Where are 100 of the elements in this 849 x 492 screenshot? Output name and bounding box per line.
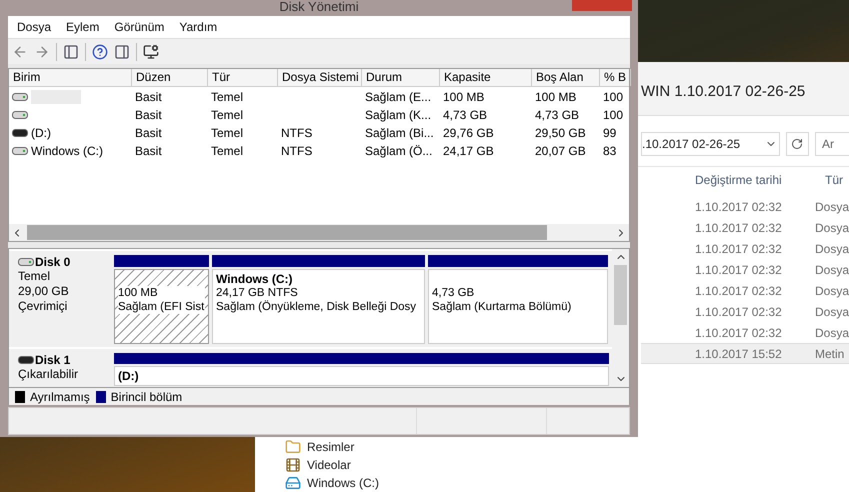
window-title: WIN 1.10.2017 02-26-25	[641, 83, 806, 100]
date-cell-text: 1.10.2017 02:32	[695, 220, 783, 236]
partition-title: (D:)	[118, 369, 140, 383]
window-title: Disk Yönetimi	[279, 0, 359, 16]
menu-item[interactable]: Görünüm	[114, 18, 164, 36]
file-row[interactable]: 1.10.2017 02:32 Dosya	[641, 322, 849, 343]
table-cell-text: 24,17 GB	[443, 142, 494, 160]
date-cell-text: 1.10.2017 02:32	[695, 282, 783, 300]
disk-label-panel[interactable]: Disk 0 Temel 29,00 GB Çevrimiçi	[9, 251, 111, 347]
type-cell-text: Dosya	[815, 262, 849, 278]
table-cell-text: 83	[603, 142, 616, 160]
table-cell-text: 100	[603, 88, 624, 106]
legend-label: Ayrılmamış	[30, 388, 90, 406]
panel-icon[interactable]	[114, 44, 130, 60]
table-cell-text: Temel	[211, 142, 244, 160]
type-cell-text: Dosya	[815, 324, 849, 342]
table-cell-text: 29,50 GB	[535, 124, 586, 142]
file-row[interactable]: 1.10.2017 02:32 Dosya	[641, 238, 849, 259]
disk-label-panel[interactable]: Disk 1 Çıkarılabilir	[9, 349, 111, 387]
table-cell-text: Sağlam (Ö...	[365, 142, 432, 160]
column-header[interactable]: Değiştirme tarihi	[695, 170, 785, 188]
refresh-icon	[791, 138, 804, 150]
date-cell-text: 1.10.2017 02:32	[695, 240, 783, 258]
table-cell-text: Basit	[135, 88, 162, 106]
menu-item[interactable]: Yardım	[179, 18, 218, 36]
drive-icon	[12, 110, 28, 120]
table-cell-text: Basit	[135, 106, 162, 124]
type-cell-text: Metin	[815, 346, 844, 362]
column-header[interactable]: Birim	[9, 69, 132, 86]
table-cell-text: NTFS	[281, 124, 312, 142]
table-cell-text: NTFS	[281, 142, 312, 160]
table-cell-text: Temel	[211, 124, 244, 142]
table-cell-text: 4,73 GB	[443, 106, 488, 124]
disk-info: 29,00 GB	[18, 284, 70, 299]
table-cell-text: Basit	[135, 124, 162, 142]
menu-item[interactable]: Eylem	[66, 18, 100, 36]
horizontal-scrollbar[interactable]	[9, 224, 629, 241]
refresh-button[interactable]	[786, 132, 809, 156]
table-cell-text: 100 MB	[535, 88, 576, 106]
search-field[interactable]: Ar	[815, 132, 849, 156]
column-header[interactable]: Tür	[825, 170, 843, 188]
drive-icon	[18, 257, 34, 267]
column-header[interactable]: % B	[600, 69, 631, 86]
partition-info: Sağlam (EFI Sist	[118, 300, 205, 314]
date-cell-text: 1.10.2017 02:32	[695, 198, 783, 216]
drive-icon	[12, 146, 28, 156]
type-cell-text: Dosya	[815, 220, 849, 236]
disk-info: Çıkarılabilir	[18, 367, 80, 382]
table-cell-text: Temel	[211, 106, 244, 124]
date-cell-text: 1.10.2017 02:32	[695, 324, 783, 342]
column-header[interactable]: Durum	[362, 69, 440, 86]
forward-icon[interactable]	[34, 44, 50, 60]
nav-item[interactable]: Videolar	[285, 456, 380, 474]
date-cell-text: 1.10.2017 02:32	[695, 262, 783, 278]
partition-info: 100 MB	[118, 286, 205, 300]
table-cell-text: 100	[603, 106, 624, 124]
table-cell-text: Sağlam (K...	[365, 106, 432, 124]
table-cell-text: Sağlam (Bi...	[365, 124, 434, 142]
table-cell-text: Windows (C:)	[31, 142, 104, 160]
file-row[interactable]: 1.10.2017 15:52 Metin	[641, 343, 849, 364]
drive-icon	[18, 355, 34, 365]
table-cell-text: 29,76 GB	[443, 124, 494, 142]
file-row[interactable]: 1.10.2017 02:32 Dosya	[641, 196, 849, 217]
nav-item[interactable]: Windows (C:)	[285, 474, 380, 492]
table-cell-text: (D:)	[31, 124, 51, 142]
disk-info: Çevrimiçi	[18, 299, 68, 314]
settings-icon[interactable]	[143, 44, 159, 60]
column-header[interactable]: Düzen	[132, 69, 208, 86]
column-header[interactable]: Dosya Sistemi	[278, 69, 362, 86]
help-icon[interactable]	[92, 44, 108, 60]
disk-name: Disk 1	[35, 353, 70, 367]
nav-item[interactable]: Resimler	[285, 438, 380, 456]
file-row[interactable]: 1.10.2017 02:32 Dosya	[641, 217, 849, 238]
menu-item[interactable]: Dosya	[17, 18, 52, 36]
pictures-folder-icon	[285, 439, 301, 455]
file-row[interactable]: 1.10.2017 02:32 Dosya	[641, 301, 849, 322]
file-row[interactable]: 1.10.2017 02:32 Dosya	[641, 280, 849, 301]
table-cell-text: 99	[603, 124, 616, 142]
table-cell-text: Basit	[135, 142, 162, 160]
file-row[interactable]: 1.10.2017 02:32 Dosya	[641, 259, 849, 280]
date-cell-text: 1.10.2017 15:52	[695, 346, 783, 362]
legend-label: Birincil bölüm	[110, 388, 182, 406]
table-cell-text: 20,07 GB	[535, 142, 586, 160]
table-cell-text: Sağlam (E...	[365, 88, 432, 106]
back-icon[interactable]	[12, 44, 28, 60]
type-cell-text: Dosya	[815, 282, 849, 300]
column-header[interactable]: Boş Alan	[532, 69, 600, 86]
table-cell-text: 100 MB	[443, 88, 484, 106]
panel-icon[interactable]	[63, 44, 79, 60]
type-cell-text: Dosya	[815, 304, 849, 320]
type-cell-text: Dosya	[815, 240, 849, 258]
column-header[interactable]: Kapasite	[440, 69, 532, 86]
address-bar[interactable]: .10.2017 02-26-25	[641, 132, 780, 156]
date-cell-text: 1.10.2017 02:32	[695, 304, 783, 320]
table-cell-text: Temel	[211, 88, 244, 106]
column-header[interactable]: Tür	[208, 69, 278, 86]
disk-name: Disk 0	[35, 255, 70, 269]
vertical-scrollbar[interactable]	[612, 249, 629, 387]
type-cell-text: Dosya	[815, 198, 849, 216]
drive-icon	[12, 128, 28, 138]
